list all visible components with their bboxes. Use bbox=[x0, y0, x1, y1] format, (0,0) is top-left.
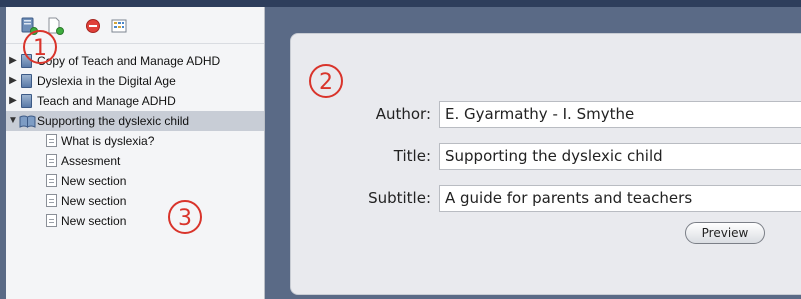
tree-item-label: What is dyslexia? bbox=[61, 134, 155, 148]
author-label: Author: bbox=[375, 105, 431, 123]
tree-item-label: Teach and Manage ADHD bbox=[37, 94, 176, 108]
tree-item-label: Dyslexia in the Digital Age bbox=[37, 74, 176, 88]
preview-button[interactable]: Preview bbox=[685, 222, 765, 244]
page-icon bbox=[46, 134, 57, 147]
open-book-icon bbox=[19, 115, 36, 128]
page-icon bbox=[46, 194, 57, 207]
page-icon bbox=[46, 154, 57, 167]
delete-icon bbox=[86, 19, 100, 33]
tree-item-section[interactable]: New section bbox=[6, 191, 264, 211]
book-properties-panel: Author: E. Gyarmathy - I. Smythe Title: … bbox=[290, 33, 801, 295]
disclosure-collapsed-icon[interactable]: ▶ bbox=[8, 91, 18, 111]
tree-item-label: New section bbox=[61, 194, 127, 208]
tree-item-section[interactable]: New section bbox=[6, 171, 264, 191]
callout-2: 2 bbox=[309, 64, 343, 98]
tree-item-label: Assesment bbox=[61, 154, 121, 168]
book-icon bbox=[21, 74, 32, 88]
subtitle-label: Subtitle: bbox=[368, 189, 431, 207]
tree-item-label: New section bbox=[61, 174, 127, 188]
subtitle-field[interactable]: A guide for parents and teachers bbox=[439, 185, 801, 212]
tree-item-section[interactable]: New section bbox=[6, 211, 264, 231]
callout-1: 1 bbox=[23, 30, 57, 64]
disclosure-collapsed-icon[interactable]: ▶ bbox=[8, 51, 18, 71]
author-field[interactable]: E. Gyarmathy - I. Smythe bbox=[439, 101, 801, 128]
title-field[interactable]: Supporting the dyslexic child bbox=[439, 143, 801, 170]
tree-item-section[interactable]: What is dyslexia? bbox=[6, 131, 264, 151]
tree-item-label: New section bbox=[61, 214, 127, 228]
page-icon bbox=[46, 174, 57, 187]
tree-item-label: Copy of Teach and Manage ADHD bbox=[37, 54, 221, 68]
grid-view-button[interactable] bbox=[110, 17, 128, 35]
delete-button[interactable] bbox=[84, 17, 102, 35]
disclosure-expanded-icon[interactable]: ▼ bbox=[8, 111, 18, 131]
tree-item-book-selected[interactable]: ▼ Supporting the dyslexic child bbox=[6, 111, 264, 131]
tree-item-section[interactable]: Assesment bbox=[6, 151, 264, 171]
title-label: Title: bbox=[393, 147, 431, 165]
tree-item-book[interactable]: ▶ Dyslexia in the Digital Age bbox=[6, 71, 264, 91]
disclosure-collapsed-icon[interactable]: ▶ bbox=[8, 71, 18, 91]
tree-item-book[interactable]: ▶ Teach and Manage ADHD bbox=[6, 91, 264, 111]
book-tree: ▶ Copy of Teach and Manage ADHD ▶ Dyslex… bbox=[6, 51, 264, 231]
callout-3: 3 bbox=[168, 200, 202, 234]
window-top-strip bbox=[0, 0, 801, 7]
page-icon bbox=[46, 214, 57, 227]
book-icon bbox=[21, 94, 32, 108]
grid-view-icon bbox=[111, 19, 127, 33]
tree-item-label: Supporting the dyslexic child bbox=[37, 114, 190, 128]
